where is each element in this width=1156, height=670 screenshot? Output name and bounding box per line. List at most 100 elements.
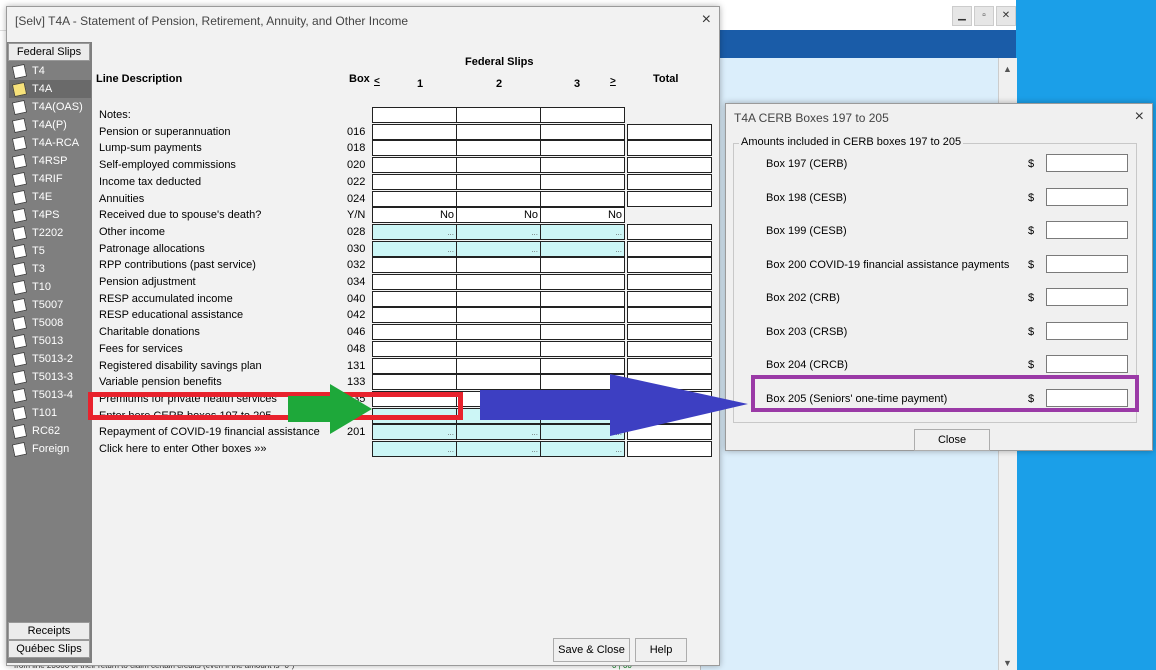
cerb-amount-input[interactable]: [1046, 221, 1128, 239]
slip-2-field[interactable]: [456, 390, 541, 407]
slip-item[interactable]: T4: [9, 62, 91, 80]
slip-item[interactable]: T5013-4: [9, 386, 91, 404]
slip-3-field[interactable]: [540, 307, 625, 324]
slip-1-field[interactable]: [372, 290, 457, 307]
slip-3-field[interactable]: [540, 407, 625, 424]
slip-1-field[interactable]: [372, 307, 457, 324]
slip-1-field[interactable]: ...: [372, 240, 457, 257]
slip-1-field[interactable]: ...: [372, 223, 457, 240]
slip-1-field[interactable]: [372, 274, 457, 290]
slip-3-field[interactable]: [540, 257, 625, 274]
slip-2-field[interactable]: ...: [456, 223, 541, 240]
minimize-icon[interactable]: ▁: [952, 6, 972, 26]
slip-3-field[interactable]: ...: [540, 223, 625, 240]
slip-1-field[interactable]: ...: [372, 441, 457, 457]
slip-2-field[interactable]: [456, 123, 541, 140]
slip-item[interactable]: T2202: [9, 224, 91, 242]
slip-item[interactable]: T4A(P): [9, 116, 91, 134]
close-icon[interactable]: ×: [1135, 108, 1144, 126]
slip-item[interactable]: T4RIF: [9, 170, 91, 188]
slip-1-field[interactable]: [372, 257, 457, 274]
slip-3-field[interactable]: [540, 340, 625, 357]
slip-1-field[interactable]: [372, 107, 457, 123]
slip-item[interactable]: RC62: [9, 422, 91, 440]
cerb-amount-input[interactable]: [1046, 355, 1128, 373]
slip-item[interactable]: T3: [9, 260, 91, 278]
slip-item[interactable]: T101: [9, 404, 91, 422]
tab-federal-slips[interactable]: Federal Slips: [8, 43, 90, 61]
slip-item[interactable]: T5013-3: [9, 368, 91, 386]
slip-1-field[interactable]: [372, 123, 457, 140]
slip-1-field[interactable]: ...: [372, 424, 457, 441]
slip-2-field[interactable]: [456, 357, 541, 374]
slip-item[interactable]: T5: [9, 242, 91, 260]
cerb-amount-input[interactable]: [1046, 254, 1128, 273]
slip-2-field[interactable]: [456, 324, 541, 341]
slip-1-field[interactable]: [372, 324, 457, 341]
cerb-amount-input[interactable]: [1046, 288, 1128, 306]
help-button[interactable]: Help: [635, 638, 687, 662]
slip-2-field[interactable]: [456, 157, 541, 174]
slip-3-field[interactable]: [540, 140, 625, 157]
slip-2-field[interactable]: [456, 290, 541, 307]
slip-2-field[interactable]: [456, 190, 541, 207]
cerb-close-button[interactable]: Close: [914, 429, 990, 451]
scroll-up-icon[interactable]: ▲: [1003, 64, 1012, 74]
cerb-amount-input[interactable]: [1046, 321, 1128, 340]
slip-item[interactable]: Foreign: [9, 440, 91, 458]
slip-3-field[interactable]: ...: [540, 441, 625, 457]
slip-2-field[interactable]: No: [456, 207, 541, 224]
slip-3-field[interactable]: No: [540, 207, 625, 224]
line-description[interactable]: Click here to enter Other boxes »»: [99, 443, 267, 455]
slip-1-field[interactable]: [372, 173, 457, 190]
slip-item[interactable]: T4A-RCA: [9, 134, 91, 152]
slip-item[interactable]: T5013: [9, 332, 91, 350]
form-row[interactable]: Repayment of COVID-19 financial assistan…: [92, 424, 718, 441]
prev-slip-button[interactable]: <: [374, 76, 380, 87]
slip-1-field[interactable]: [372, 340, 457, 357]
slip-2-field[interactable]: ...: [456, 441, 541, 457]
slip-item[interactable]: T10: [9, 278, 91, 296]
slip-2-field[interactable]: [456, 307, 541, 324]
slip-2-field[interactable]: [456, 107, 541, 123]
slip-2-field[interactable]: [456, 407, 541, 424]
slip-2-field[interactable]: [456, 173, 541, 190]
slip-3-field[interactable]: [540, 290, 625, 307]
slip-3-field[interactable]: [540, 357, 625, 374]
slip-1-field[interactable]: [372, 140, 457, 157]
slip-2-field[interactable]: ...: [456, 424, 541, 441]
slip-3-field[interactable]: [540, 390, 625, 407]
slip-3-field[interactable]: [540, 324, 625, 341]
slip-3-field[interactable]: ...: [540, 424, 625, 441]
slip-2-field[interactable]: [456, 340, 541, 357]
slip-item[interactable]: T4RSP: [9, 152, 91, 170]
slip-3-field[interactable]: [540, 173, 625, 190]
cerb-amount-input[interactable]: [1046, 154, 1128, 172]
slip-item[interactable]: T4A: [9, 80, 91, 98]
slip-item[interactable]: T5008: [9, 314, 91, 332]
slip-1-field[interactable]: [372, 157, 457, 174]
restore-icon[interactable]: ▫: [974, 6, 994, 26]
slip-1-field[interactable]: [372, 357, 457, 374]
slip-2-field[interactable]: [456, 140, 541, 157]
save-close-button[interactable]: Save & Close: [553, 638, 630, 662]
line-description[interactable]: Repayment of COVID-19 financial assistan…: [99, 426, 320, 438]
form-row[interactable]: Click here to enter Other boxes »»......…: [92, 441, 718, 458]
slip-item[interactable]: T4PS: [9, 206, 91, 224]
slip-2-field[interactable]: [456, 274, 541, 290]
slip-item[interactable]: T5013-2: [9, 350, 91, 368]
next-slip-button[interactable]: >: [610, 76, 616, 87]
slip-3-field[interactable]: [540, 123, 625, 140]
slip-3-field[interactable]: [540, 190, 625, 207]
slip-item[interactable]: T4A(OAS): [9, 98, 91, 116]
slip-2-field[interactable]: [456, 257, 541, 274]
slip-3-field[interactable]: [540, 157, 625, 174]
tab-quebec-slips[interactable]: Québec Slips: [8, 640, 90, 658]
slip-1-field[interactable]: [372, 190, 457, 207]
cerb-amount-input[interactable]: [1046, 187, 1128, 206]
slip-item[interactable]: T5007: [9, 296, 91, 314]
slip-2-field[interactable]: ...: [456, 240, 541, 257]
slip-3-field[interactable]: ...: [540, 240, 625, 257]
slip-1-field[interactable]: No: [372, 207, 457, 224]
close-icon[interactable]: ✕: [996, 6, 1016, 26]
